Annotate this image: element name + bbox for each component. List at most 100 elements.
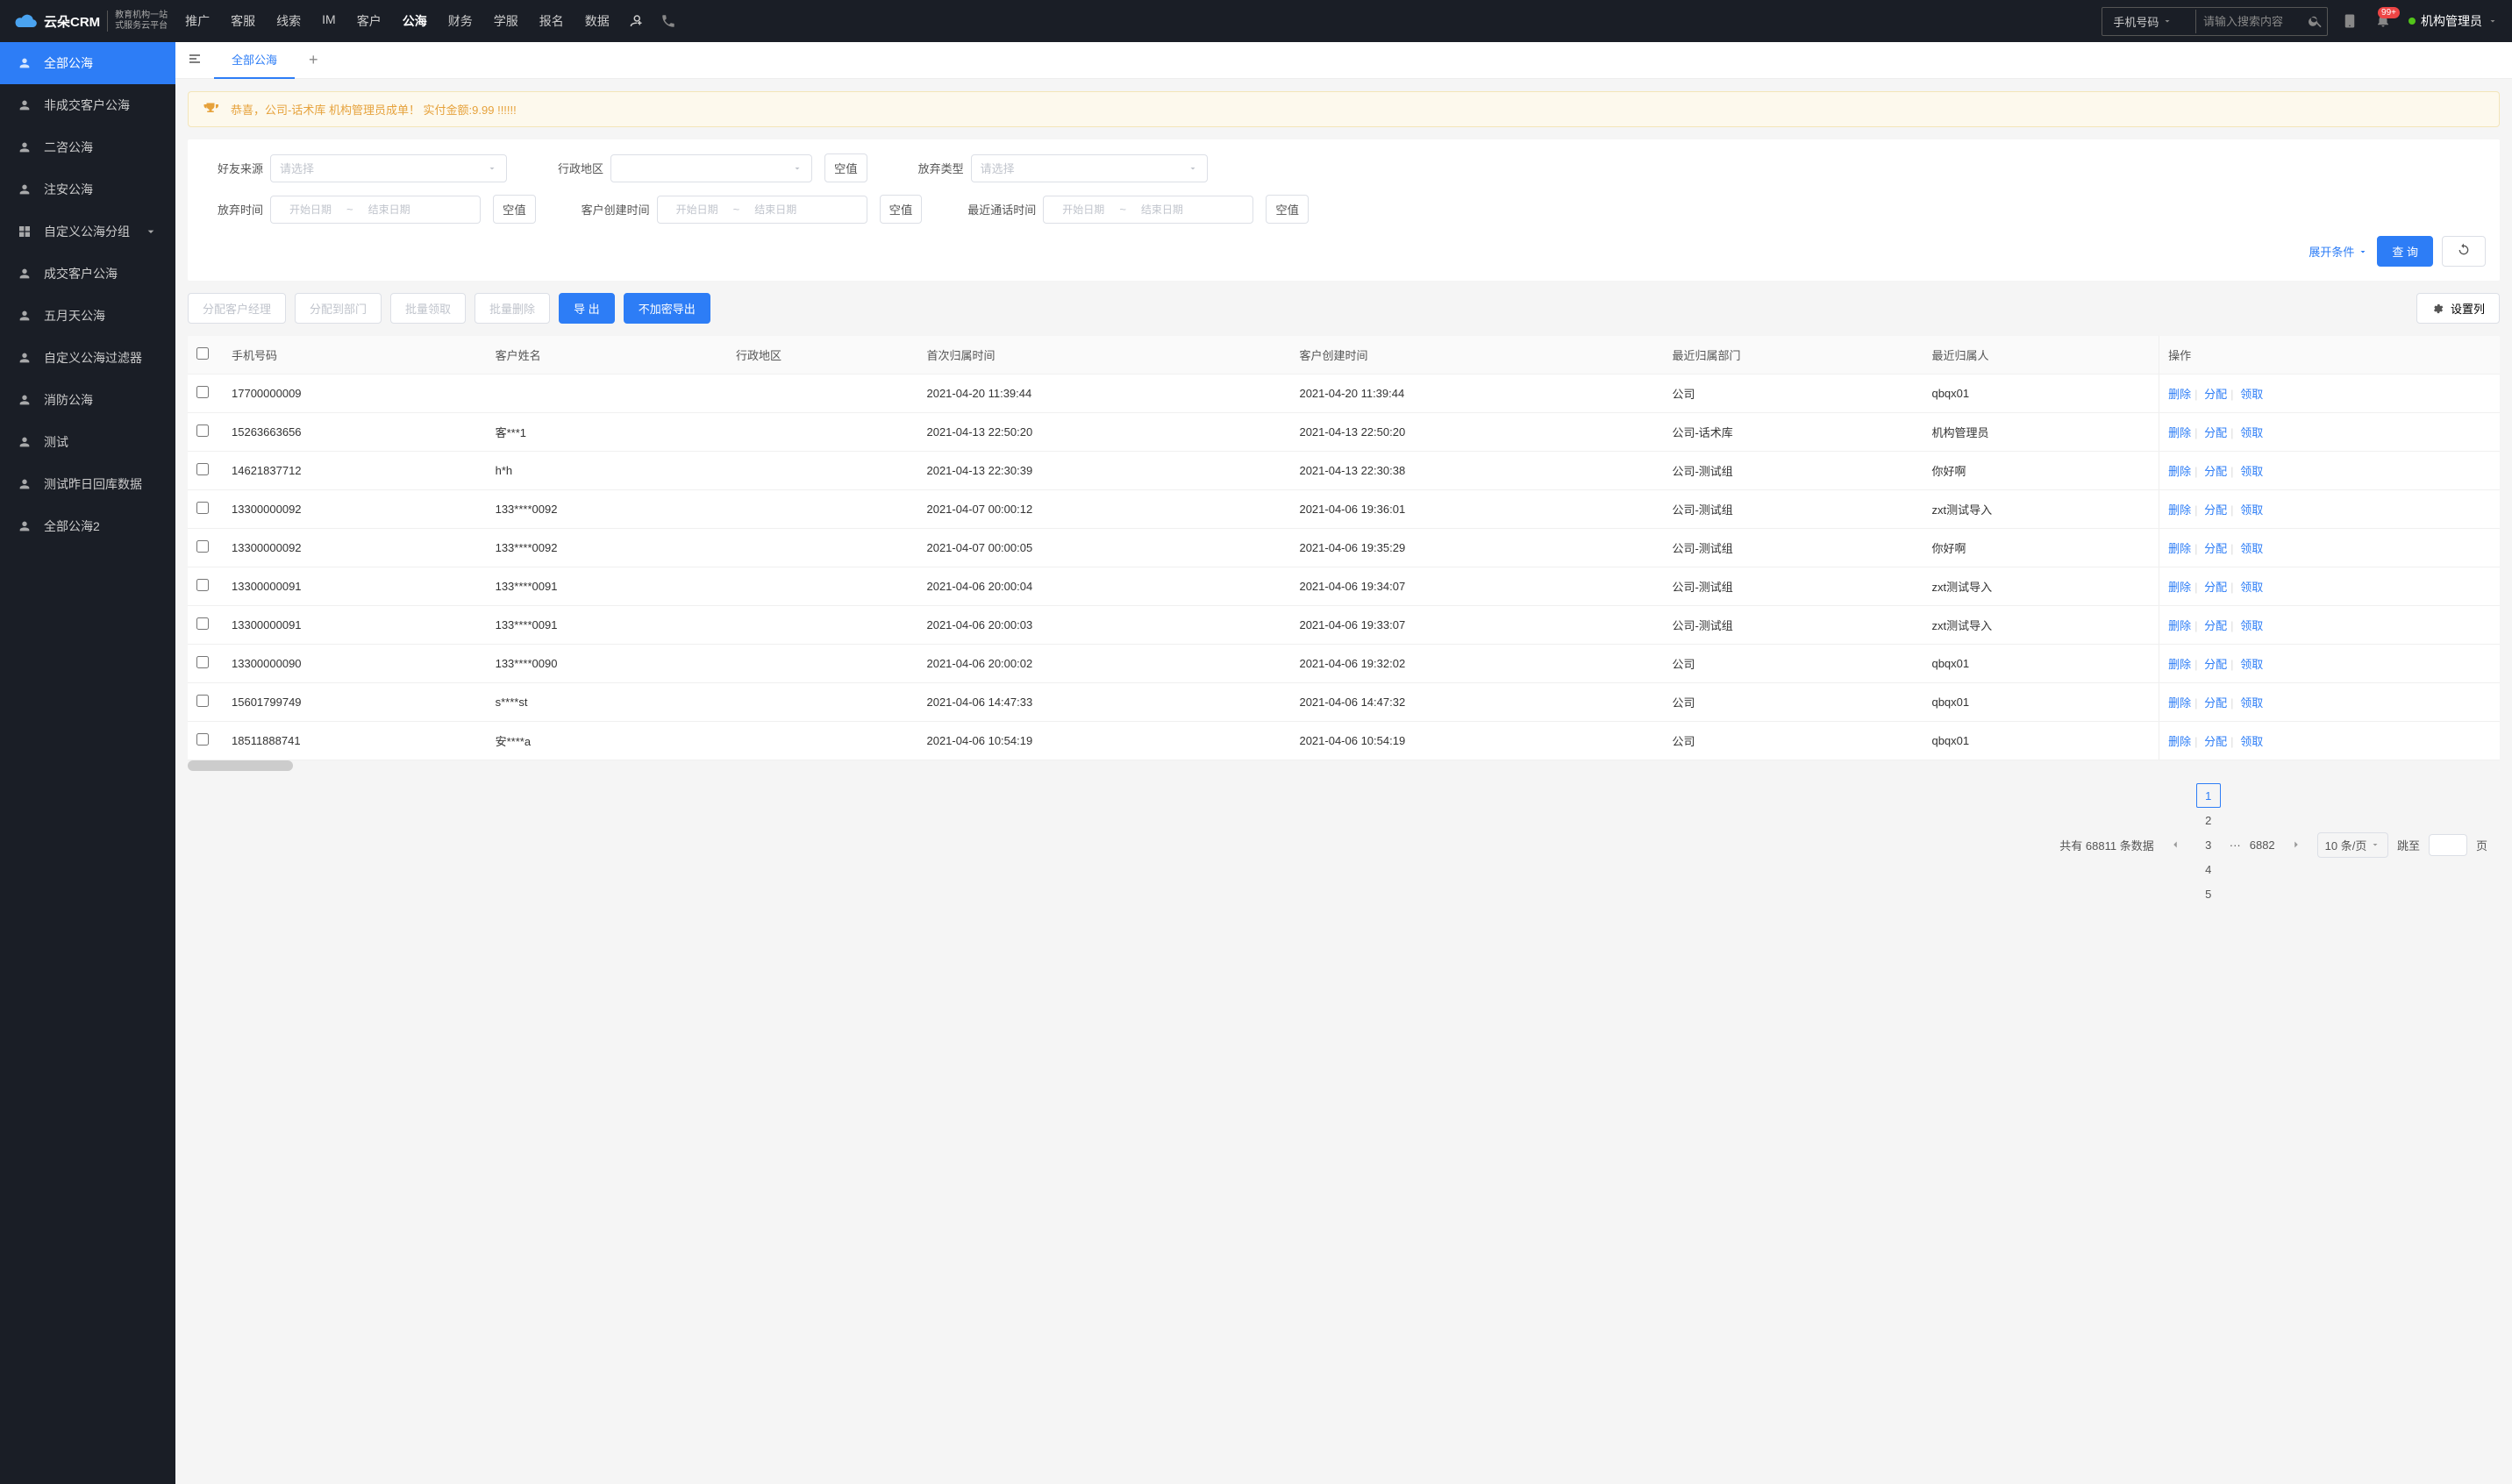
nav-item-学服[interactable]: 学服 [494, 12, 518, 30]
assign-action[interactable]: 分配 [2204, 581, 2227, 594]
page-size-select[interactable]: 10 条/页 [2317, 832, 2388, 858]
batch-claim-button[interactable]: 批量领取 [390, 293, 466, 324]
sidebar-item-测试[interactable]: 测试 [0, 421, 175, 463]
query-button[interactable]: 查 询 [2377, 236, 2433, 267]
delete-action[interactable]: 删除 [2168, 465, 2191, 478]
table-row[interactable]: 13300000090 133****0090 2021-04-06 20:00… [188, 645, 2500, 683]
assign-manager-button[interactable]: 分配客户经理 [188, 293, 286, 324]
scrollbar-thumb[interactable] [188, 760, 293, 771]
nav-item-线索[interactable]: 线索 [276, 12, 301, 30]
phone-icon[interactable] [660, 13, 676, 29]
nav-item-推广[interactable]: 推广 [185, 12, 210, 30]
assign-action[interactable]: 分配 [2204, 619, 2227, 632]
expand-filters-button[interactable]: 展开条件 [2309, 243, 2368, 260]
table-row[interactable]: 15263663656 客***1 2021-04-13 22:50:20 20… [188, 413, 2500, 452]
nav-item-客服[interactable]: 客服 [231, 12, 255, 30]
claim-action[interactable]: 领取 [2240, 619, 2263, 632]
row-checkbox[interactable] [196, 617, 209, 630]
table-row[interactable]: 13300000092 133****0092 2021-04-07 00:00… [188, 529, 2500, 567]
next-page-button[interactable] [2284, 832, 2309, 857]
delete-action[interactable]: 删除 [2168, 542, 2191, 555]
page-number-4[interactable]: 4 [2196, 857, 2221, 881]
assign-action[interactable]: 分配 [2204, 735, 2227, 748]
sidebar-item-消防公海[interactable]: 消防公海 [0, 379, 175, 421]
row-checkbox[interactable] [196, 579, 209, 591]
lastcall-null-button[interactable]: 空值 [1266, 195, 1309, 224]
sidebar-item-自定义公海分组[interactable]: 自定义公海分组 [0, 210, 175, 253]
lastcall-start-date[interactable] [1053, 203, 1114, 216]
sidebar-item-成交客户公海[interactable]: 成交客户公海 [0, 253, 175, 295]
claim-action[interactable]: 领取 [2240, 426, 2263, 439]
search-type-select[interactable]: 手机号码 [2106, 8, 2188, 35]
row-checkbox[interactable] [196, 502, 209, 514]
set-columns-button[interactable]: 设置列 [2416, 293, 2500, 324]
create-null-button[interactable]: 空值 [880, 195, 923, 224]
nav-item-财务[interactable]: 财务 [448, 12, 473, 30]
sidebar-item-二咨公海[interactable]: 二咨公海 [0, 126, 175, 168]
table-row[interactable]: 14621837712 h*h 2021-04-13 22:30:39 2021… [188, 452, 2500, 490]
claim-action[interactable]: 领取 [2240, 658, 2263, 671]
add-tab-button[interactable]: + [295, 51, 332, 69]
sidebar-item-测试昨日回库数据[interactable]: 测试昨日回库数据 [0, 463, 175, 505]
search-input[interactable] [2195, 10, 2301, 33]
assign-action[interactable]: 分配 [2204, 542, 2227, 555]
page-number-2[interactable]: 2 [2196, 808, 2221, 832]
abandon-start-date[interactable] [280, 203, 341, 216]
nav-item-公海[interactable]: 公海 [403, 12, 427, 30]
assign-action[interactable]: 分配 [2204, 503, 2227, 517]
abandon-end-date[interactable] [359, 203, 420, 216]
table-row[interactable]: 13300000091 133****0091 2021-04-06 20:00… [188, 606, 2500, 645]
batch-delete-button[interactable]: 批量删除 [475, 293, 550, 324]
claim-action[interactable]: 领取 [2240, 542, 2263, 555]
delete-action[interactable]: 删除 [2168, 658, 2191, 671]
page-number-1[interactable]: 1 [2196, 783, 2221, 808]
row-checkbox[interactable] [196, 695, 209, 707]
table-row[interactable]: 13300000091 133****0091 2021-04-06 20:00… [188, 567, 2500, 606]
goto-page-input[interactable] [2429, 834, 2467, 856]
table-row[interactable]: 18511888741 安****a 2021-04-06 10:54:19 2… [188, 722, 2500, 760]
sidebar-item-全部公海2[interactable]: 全部公海2 [0, 505, 175, 547]
mobile-icon[interactable] [2342, 13, 2358, 29]
abandon-null-button[interactable]: 空值 [493, 195, 536, 224]
notification-bell[interactable]: 99+ [2375, 12, 2391, 31]
nav-item-客户[interactable]: 客户 [357, 12, 382, 30]
row-checkbox[interactable] [196, 733, 209, 746]
sidebar-item-注安公海[interactable]: 注安公海 [0, 168, 175, 210]
table-row[interactable]: 15601799749 s****st 2021-04-06 14:47:33 … [188, 683, 2500, 722]
logo[interactable]: 云朵CRM 教育机构一站 式服务云平台 [14, 11, 168, 32]
add-user-icon[interactable] [627, 13, 643, 29]
last-page-button[interactable]: 6882 [2250, 832, 2275, 857]
export-button[interactable]: 导 出 [559, 293, 615, 324]
select-all-checkbox[interactable] [196, 347, 209, 360]
delete-action[interactable]: 删除 [2168, 503, 2191, 517]
table-row[interactable]: 13300000092 133****0092 2021-04-07 00:00… [188, 490, 2500, 529]
tab-all-public[interactable]: 全部公海 [214, 42, 295, 79]
create-end-date[interactable] [745, 203, 806, 216]
assign-action[interactable]: 分配 [2204, 426, 2227, 439]
delete-action[interactable]: 删除 [2168, 696, 2191, 710]
delete-action[interactable]: 删除 [2168, 388, 2191, 401]
abandon-time-range[interactable]: ~ [270, 196, 481, 224]
claim-action[interactable]: 领取 [2240, 696, 2263, 710]
row-checkbox[interactable] [196, 386, 209, 398]
refresh-button[interactable] [2442, 236, 2486, 267]
region-select[interactable] [610, 154, 812, 182]
table-row[interactable]: 17700000009 2021-04-20 11:39:44 2021-04-… [188, 375, 2500, 413]
export-noenc-button[interactable]: 不加密导出 [624, 293, 710, 324]
assign-action[interactable]: 分配 [2204, 388, 2227, 401]
nav-item-IM[interactable]: IM [322, 12, 336, 30]
claim-action[interactable]: 领取 [2240, 735, 2263, 748]
abandon-type-select[interactable]: 请选择 [971, 154, 1208, 182]
delete-action[interactable]: 删除 [2168, 619, 2191, 632]
claim-action[interactable]: 领取 [2240, 388, 2263, 401]
row-checkbox[interactable] [196, 540, 209, 553]
sidebar-item-全部公海[interactable]: 全部公海 [0, 42, 175, 84]
search-icon[interactable] [2308, 13, 2323, 29]
region-null-button[interactable]: 空值 [824, 153, 867, 182]
page-number-3[interactable]: 3 [2196, 832, 2221, 857]
claim-action[interactable]: 领取 [2240, 581, 2263, 594]
delete-action[interactable]: 删除 [2168, 426, 2191, 439]
assign-dept-button[interactable]: 分配到部门 [295, 293, 382, 324]
sidebar-item-非成交客户公海[interactable]: 非成交客户公海 [0, 84, 175, 126]
assign-action[interactable]: 分配 [2204, 696, 2227, 710]
